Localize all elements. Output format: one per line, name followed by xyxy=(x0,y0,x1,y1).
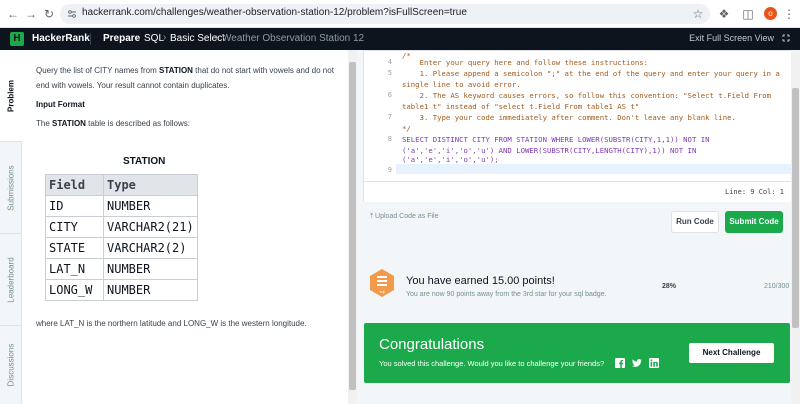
line-number: 5 xyxy=(387,69,392,77)
table-cell: VARCHAR2(21) xyxy=(103,216,198,238)
problem-scrollbar-thumb[interactable] xyxy=(349,62,356,390)
table-cell: VARCHAR2(2) xyxy=(103,237,198,259)
sql-badge-icon: sql xyxy=(370,269,394,297)
column-header: Type xyxy=(103,174,198,196)
problem-scrollbar[interactable] xyxy=(348,50,357,404)
prepare-link[interactable]: Prepare xyxy=(103,33,140,44)
code-line: 1. Please append a semicolon ";" at the … xyxy=(402,69,780,78)
points-earned-subtitle: You are now 90 points away from the 3rd … xyxy=(406,291,607,298)
breadcrumb-separator: › xyxy=(163,32,167,43)
current-line-highlight xyxy=(396,164,792,174)
code-editor[interactable]: /* 4 Enter your query here and follow th… xyxy=(363,50,793,202)
table-row: CITY VARCHAR2(21) xyxy=(45,216,198,238)
breadcrumb-sql[interactable]: SQL xyxy=(144,33,164,44)
congratulations-banner: Congratulations You solved this challeng… xyxy=(364,323,790,383)
browser-toolbar: ← → ↻ hackerrank.com/challenges/weather-… xyxy=(0,0,800,28)
breadcrumb-current: Weather Observation Station 12 xyxy=(222,33,365,44)
site-settings-icon[interactable] xyxy=(67,9,77,19)
problem-statement: Query the list of CITY names from STATIO… xyxy=(22,50,348,404)
line-number: 6 xyxy=(387,91,392,99)
table-cell: NUMBER xyxy=(103,279,198,301)
line-number: 4 xyxy=(387,58,392,66)
code-line: ('a','e','i','o','u') AND LOWER(SUBSTR(C… xyxy=(402,146,697,155)
editor-panel-scrollbar-thumb[interactable] xyxy=(792,88,799,328)
table-cell: LAT_N xyxy=(45,258,104,280)
bookmark-star-icon[interactable]: ☆ xyxy=(690,6,706,22)
twitter-icon[interactable] xyxy=(632,358,642,368)
table-cell: NUMBER xyxy=(103,195,198,217)
table-row: LONG_W NUMBER xyxy=(45,279,198,301)
points-earned-banner: sql You have earned 15.00 points! You ar… xyxy=(363,260,793,310)
breadcrumb-separator: › xyxy=(136,32,140,43)
code-line: */ xyxy=(402,124,411,133)
congratulations-subtitle: You solved this challenge. Would you lik… xyxy=(379,359,605,368)
progress-score: 210/300 xyxy=(764,283,790,290)
tab-discussions[interactable]: Discussions xyxy=(0,326,22,404)
code-line: SELECT DISTINCT CITY FROM STATION WHERE … xyxy=(402,135,710,144)
station-schema-table: Field Type ID NUMBER CITY VARCHAR2(21) STA… xyxy=(45,174,198,301)
table-intro: The STATION table is described as follow… xyxy=(36,119,190,128)
congratulations-title: Congratulations xyxy=(379,336,485,353)
browser-menu-icon[interactable]: ⋮ xyxy=(781,6,797,22)
address-bar[interactable]: hackerrank.com/challenges/weather-observ… xyxy=(60,4,710,24)
upload-code-button[interactable]: ⤒ Upload Code as File xyxy=(370,213,438,221)
breadcrumb-separator: › xyxy=(215,32,219,43)
exit-fullscreen-icon[interactable] xyxy=(781,33,791,43)
profile-avatar[interactable]: o xyxy=(764,7,777,20)
table-row: ID NUMBER xyxy=(45,195,198,217)
nav-divider xyxy=(90,33,91,45)
run-code-button[interactable]: Run Code xyxy=(671,211,719,233)
table-cell: LONG_W xyxy=(45,279,104,301)
tab-leaderboard[interactable]: Leaderboard xyxy=(0,234,22,326)
problem-footer-text: where LAT_N is the northern latitude and… xyxy=(36,319,307,328)
table-row: STATE VARCHAR2(2) xyxy=(45,237,198,259)
table-title: STATION xyxy=(123,156,166,167)
code-line: ('a','e','i','o','u'); xyxy=(402,155,499,164)
extensions-icon[interactable]: ❖ xyxy=(716,6,732,22)
exit-fullscreen-link[interactable]: Exit Full Screen View xyxy=(689,33,774,43)
tab-submissions[interactable]: Submissions xyxy=(0,142,22,234)
editor-panel-scrollbar[interactable] xyxy=(791,50,800,404)
submit-code-button[interactable]: Submit Code xyxy=(725,211,783,233)
hackerrank-logo-icon[interactable]: H xyxy=(10,32,24,46)
code-line: 2. The AS keyword causes errors, so foll… xyxy=(402,91,772,100)
cursor-position: Line: 9 Col: 1 xyxy=(724,188,784,196)
code-line: 3. Type your code immediately after comm… xyxy=(402,113,736,122)
table-cell: CITY xyxy=(45,216,104,238)
next-challenge-button[interactable]: Next Challenge xyxy=(689,343,774,363)
problem-description-line2: end with vowels. Your result cannot cont… xyxy=(36,81,230,90)
input-format-heading: Input Format xyxy=(36,100,85,109)
table-header-row: Field Type xyxy=(45,174,198,196)
forward-arrow-icon[interactable]: → xyxy=(23,6,39,22)
problem-description-line1: Query the list of CITY names from STATIO… xyxy=(36,66,334,75)
points-earned-title: You have earned 15.00 points! xyxy=(406,275,555,287)
back-arrow-icon[interactable]: ← xyxy=(5,6,21,22)
code-line: Enter your query here and follow these i… xyxy=(402,58,649,67)
line-number: 8 xyxy=(387,135,392,143)
side-panel-icon[interactable]: ◫ xyxy=(740,6,756,22)
side-tabs: Problem Submissions Leaderboard Discussi… xyxy=(0,50,22,404)
reload-icon[interactable]: ↻ xyxy=(41,6,57,22)
table-cell: NUMBER xyxy=(103,258,198,280)
table-cell: ID xyxy=(45,195,104,217)
progress-percent: 28% xyxy=(662,283,677,290)
url-text: hackerrank.com/challenges/weather-observ… xyxy=(82,7,467,18)
table-row: LAT_N NUMBER xyxy=(45,258,198,280)
code-line: single line to avoid error. xyxy=(402,80,521,89)
facebook-icon[interactable] xyxy=(615,358,625,368)
linkedin-icon[interactable] xyxy=(649,358,659,368)
code-line: table1 t" instead of "select t.Field Fro… xyxy=(402,102,640,111)
table-cell: STATE xyxy=(45,237,104,259)
column-header: Field xyxy=(45,174,104,196)
tab-problem[interactable]: Problem xyxy=(0,50,22,142)
svg-text:sql: sql xyxy=(379,289,384,294)
line-number: 7 xyxy=(387,113,392,121)
top-navigation: H HackerRank Prepare › SQL › Basic Selec… xyxy=(0,28,800,50)
editor-status-bar: Line: 9 Col: 1 xyxy=(364,181,792,202)
brand-name[interactable]: HackerRank xyxy=(32,33,90,44)
editor-panel: /* 4 Enter your query here and follow th… xyxy=(357,50,800,404)
line-number: 9 xyxy=(387,166,392,174)
